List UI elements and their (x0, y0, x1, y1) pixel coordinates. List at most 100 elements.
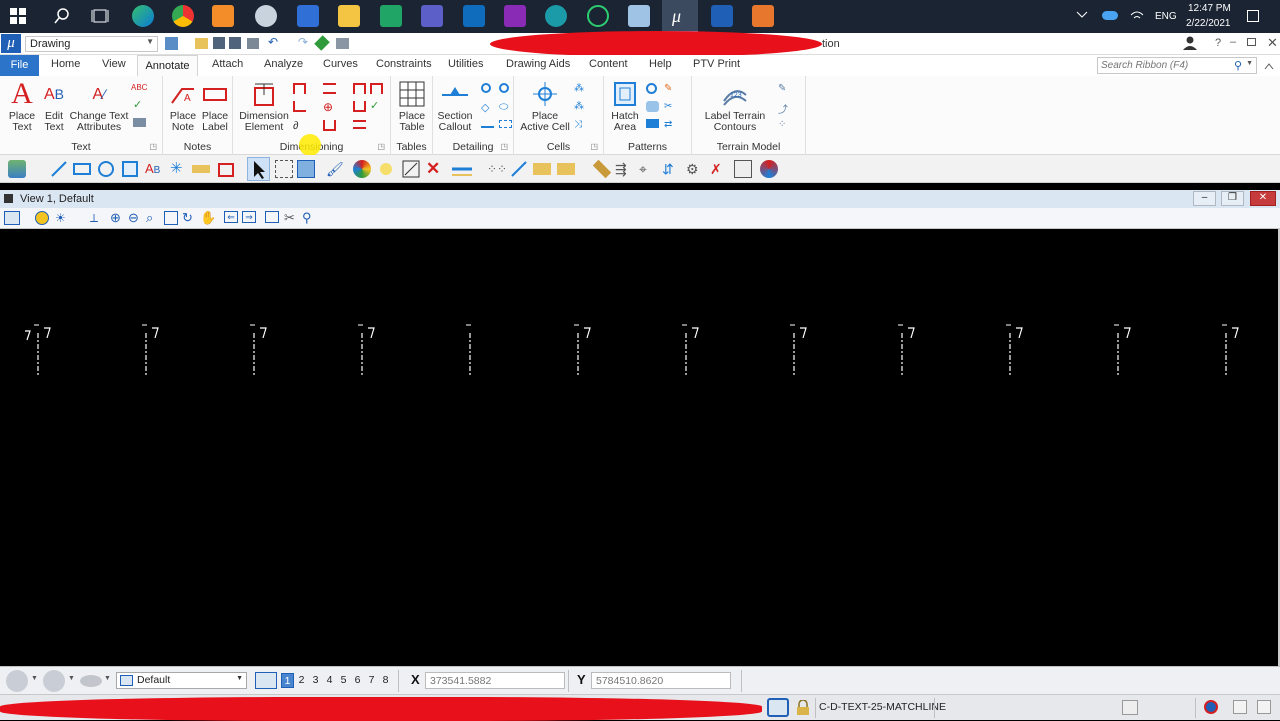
dialog-launcher-icon[interactable]: ◳ (500, 142, 508, 151)
pattern-delete-icon[interactable]: ✂ (664, 101, 677, 112)
fence-icon[interactable] (297, 160, 315, 178)
render-icon[interactable] (760, 160, 778, 178)
app-moon-icon[interactable] (587, 5, 609, 27)
pattern-linear-icon[interactable]: ✎ (664, 83, 677, 94)
view-number-8[interactable]: 8 (379, 673, 392, 688)
callout-drawing-icon[interactable]: ⬭ (499, 101, 512, 113)
place-smartline-icon[interactable] (50, 160, 68, 178)
onenote-icon[interactable] (504, 5, 526, 27)
app-green-icon[interactable] (380, 5, 402, 27)
save-all-icon[interactable] (229, 37, 241, 49)
pan-view-icon[interactable]: ✋ (200, 211, 218, 229)
view-number-5[interactable]: 5 (337, 673, 350, 688)
sync-status-icon[interactable] (1233, 700, 1247, 714)
dim-size-icon[interactable] (353, 83, 366, 94)
view-group-select[interactable]: Default ▼ (116, 672, 247, 689)
label-terrain-contours-button[interactable]: 123 Label Terrain Contours (696, 81, 774, 133)
view-windows-icon[interactable] (255, 672, 277, 689)
dim-size-arrow-icon[interactable] (370, 83, 383, 94)
window-area-icon[interactable]: ⌕ (146, 211, 164, 229)
dim-list-icon[interactable] (323, 83, 336, 94)
chevron-down-icon[interactable]: ▼ (104, 675, 111, 682)
place-label-button[interactable]: Place Label (199, 81, 231, 133)
view-number-3[interactable]: 3 (309, 673, 322, 688)
hatch-area-button[interactable]: Hatch Area (608, 81, 642, 133)
fit-view-icon[interactable] (402, 160, 420, 178)
view-menu-icon[interactable] (4, 194, 13, 203)
chevron-down-icon[interactable]: ▼ (31, 675, 38, 682)
dim-arc-icon[interactable] (323, 120, 336, 131)
saved-views-icon[interactable] (80, 675, 102, 687)
teams-icon[interactable] (421, 5, 443, 27)
y-coordinate-field[interactable]: 5784510.8620 (591, 672, 731, 689)
section-callout-button[interactable]: Section Callout (435, 81, 475, 133)
paint-brush-icon[interactable]: 🖌 (326, 160, 344, 178)
measure-distance-icon[interactable] (192, 165, 210, 173)
measure-icon[interactable] (510, 160, 528, 178)
reference-icon[interactable]: ⌖ (639, 160, 657, 178)
callout-plan-icon[interactable]: ◇ (481, 101, 494, 114)
task-view-icon[interactable] (89, 5, 111, 27)
tab-analyze[interactable]: Analyze (264, 58, 303, 70)
view-number-4[interactable]: 4 (323, 673, 336, 688)
cell-matrix-icon[interactable]: ⁂ (574, 101, 587, 112)
tab-drawing-aids[interactable]: Drawing Aids (506, 58, 570, 70)
printer-icon[interactable] (336, 38, 349, 49)
notification-status-icon[interactable] (1204, 700, 1218, 714)
place-active-cell-tool-icon[interactable]: ✳ (170, 160, 188, 178)
dimension-element-button[interactable]: Dimension Element (238, 81, 290, 133)
open-folder-alt-icon[interactable] (557, 163, 575, 175)
cell-replace-icon[interactable]: ⤨ (574, 119, 587, 130)
message-center-icon[interactable] (1257, 700, 1271, 714)
tab-help[interactable]: Help (649, 58, 672, 70)
outlook-icon[interactable] (463, 5, 485, 27)
view-number-7[interactable]: 7 (365, 673, 378, 688)
dim-center-icon[interactable]: ⊕ (323, 100, 336, 114)
tab-view[interactable]: View (102, 58, 126, 70)
palette-icon[interactable] (353, 160, 371, 178)
change-text-attributes-button[interactable]: A∕ Change Text Attributes (68, 81, 130, 133)
pin-icon[interactable] (314, 35, 330, 51)
selection-tool-active[interactable] (247, 157, 270, 181)
dim-ordinate-icon[interactable]: ∂ (293, 120, 306, 132)
zoom-out-icon[interactable]: ⊖ (128, 211, 146, 229)
brush-icon[interactable]: ⟂ (90, 211, 108, 229)
dim-location-icon[interactable] (353, 101, 366, 112)
back-button[interactable] (6, 670, 28, 692)
workspace-icon[interactable] (165, 37, 178, 50)
close-icon[interactable]: ✕ (1267, 35, 1278, 51)
cell-library-icon[interactable]: ⁂ (574, 83, 587, 94)
dim-linear-icon[interactable] (293, 83, 306, 94)
tab-home[interactable]: Home (51, 58, 80, 70)
pattern-match-icon[interactable] (646, 119, 659, 128)
light-bulb-icon[interactable] (380, 163, 392, 175)
display-style-icon[interactable] (35, 211, 49, 225)
save-icon[interactable] (213, 37, 225, 49)
view-attributes-icon[interactable] (4, 211, 20, 225)
tab-ptv-print[interactable]: PTV Print (693, 58, 740, 70)
dim-angle-icon[interactable] (293, 101, 306, 112)
terrain-label-spot-icon[interactable]: ✎ (778, 83, 791, 94)
chrome-icon[interactable] (172, 5, 194, 27)
user-icon[interactable] (1183, 36, 1199, 53)
accudraw-icon[interactable] (767, 698, 789, 717)
view-restore-button[interactable]: ❐ (1221, 191, 1244, 206)
fit-view-icon[interactable] (164, 211, 178, 225)
view-minimize-button[interactable]: – (1193, 191, 1216, 206)
app-teal-icon[interactable] (545, 5, 567, 27)
search-icon[interactable]: ⚲ (1234, 59, 1242, 72)
place-table-button[interactable]: Place Table (395, 81, 429, 133)
microstation-icon[interactable]: μ (662, 0, 698, 33)
check-icon[interactable]: ✓ (133, 98, 146, 111)
delete-icon[interactable]: ✕ (426, 160, 444, 178)
dialog-launcher-icon[interactable]: ◳ (377, 142, 385, 151)
pattern-area-icon[interactable] (646, 83, 657, 94)
callout-title-icon[interactable] (499, 120, 512, 128)
media-player-icon[interactable] (212, 5, 234, 27)
ribbon-collapse-icon[interactable] (1264, 61, 1274, 73)
notification-icon[interactable] (1247, 10, 1259, 22)
properties-icon[interactable]: ⚙ (686, 160, 704, 178)
line-style-icon[interactable] (452, 160, 472, 178)
tab-file[interactable]: File (0, 55, 39, 76)
chevron-down-icon[interactable]: ▼ (1246, 60, 1253, 67)
